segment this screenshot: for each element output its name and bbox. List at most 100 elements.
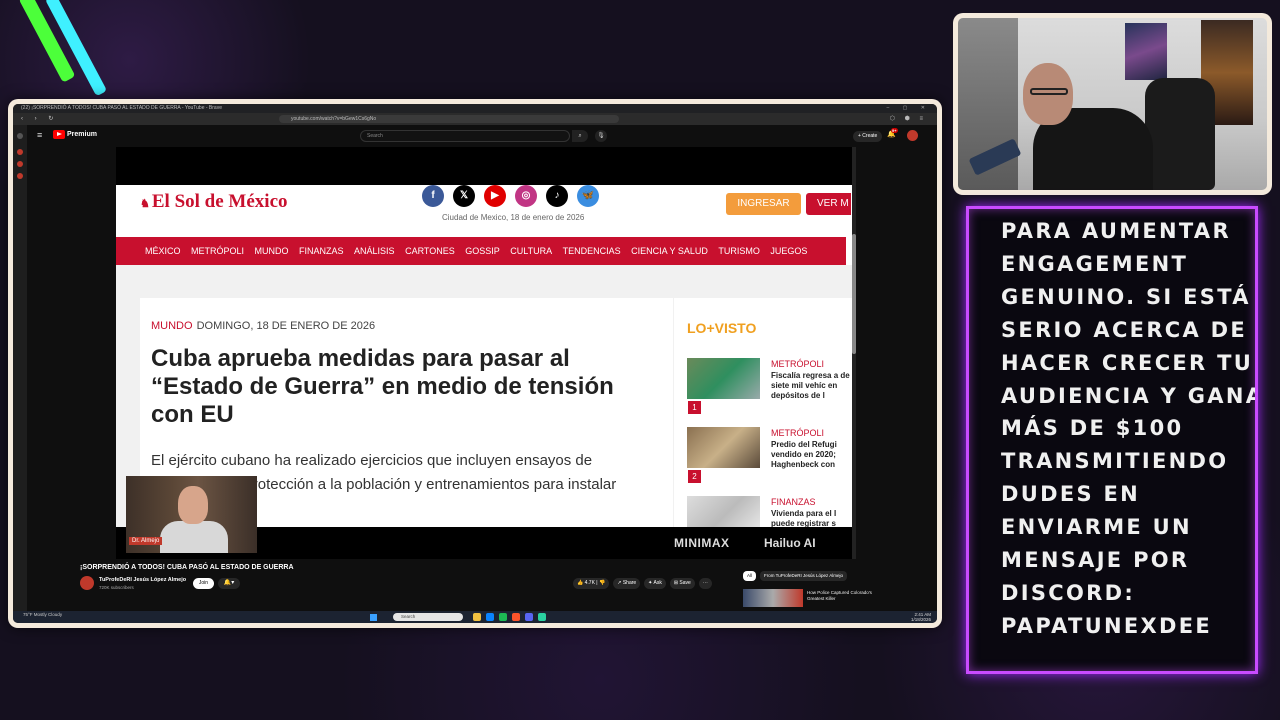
join-button[interactable]: Join: [193, 578, 214, 589]
notifications-icon[interactable]: 🔔 9+: [887, 128, 898, 138]
article-date: DOMINGO, 18 DE ENERO DE 2026: [196, 320, 376, 332]
scrollbar-thumb[interactable]: [852, 234, 856, 354]
taskbar-apps: [473, 613, 546, 621]
app-icon[interactable]: [538, 613, 546, 621]
tab-title[interactable]: (22) ¡SORPRENDIÓ A TODOS! CUBA PASÓ AL E…: [21, 105, 222, 111]
more-button[interactable]: VER M: [806, 193, 851, 215]
spotify-icon[interactable]: [499, 613, 507, 621]
save-button[interactable]: ⊞ Save: [669, 578, 695, 589]
bluesky-icon[interactable]: 🦋: [577, 185, 599, 207]
sidebar-icon[interactable]: [17, 173, 23, 179]
facebook-icon[interactable]: f: [422, 185, 444, 207]
subscriber-count: 720K subscribers: [99, 585, 134, 590]
site-nav-item[interactable]: CIENCIA Y SALUD: [631, 246, 708, 256]
weather-widget[interactable]: 75°F Mostly Cloudy: [23, 612, 62, 617]
login-button[interactable]: INGRESAR: [726, 193, 801, 215]
site-nav-item[interactable]: TENDENCIAS: [563, 246, 621, 256]
browser-sidebar: [13, 125, 27, 611]
browser-title-bar: (22) ¡SORPRENDIÓ A TODOS! CUBA PASÓ AL E…: [13, 104, 937, 113]
file-explorer-icon[interactable]: [473, 613, 481, 621]
avatar[interactable]: [907, 130, 918, 141]
instagram-icon[interactable]: ◎: [515, 185, 537, 207]
recommended-video[interactable]: How Police Captured Colorado's Greatest …: [743, 589, 933, 607]
search-input[interactable]: Search: [360, 130, 570, 142]
site-nav-item[interactable]: METRÓPOLI: [191, 246, 244, 256]
tiktok-icon[interactable]: ♪: [546, 185, 568, 207]
most-seen-item[interactable]: 2 METRÓPOLI Predio del Refugi vendido en…: [687, 427, 853, 483]
like-button[interactable]: 👍 4.7K | 👎: [573, 578, 610, 589]
menu-icon[interactable]: ≡: [37, 130, 42, 140]
site-nav-item[interactable]: ANÁLISIS: [354, 246, 395, 256]
chip-all[interactable]: All: [743, 571, 757, 581]
subscribe-bell-button[interactable]: 🔔▾: [218, 578, 240, 589]
most-seen-item[interactable]: 3 FINANZAS Vivienda para el I puede regi…: [687, 496, 853, 527]
site-logo[interactable]: ♞ El Sol de México: [140, 191, 288, 213]
captured-desktop: (22) ¡SORPRENDIÓ A TODOS! CUBA PASÓ AL E…: [13, 104, 937, 623]
site-logo-text: El Sol de México: [151, 191, 288, 212]
site-nav-item[interactable]: TURISMO: [718, 246, 760, 256]
browser-toolbar: ‹ › ↻ youtube.com/watch?v=bGew1Cs6gNo ⬡ …: [13, 113, 937, 125]
article-section[interactable]: MUNDO: [151, 320, 193, 332]
sidebar-icon[interactable]: [17, 133, 23, 139]
site-nav-item[interactable]: CARTONES: [405, 246, 455, 256]
channel-name[interactable]: TuProfeDeRI Jesús López Almejo: [99, 577, 186, 583]
like-count: 4.7K: [584, 580, 595, 586]
minimax-logo: MINIMAX: [674, 536, 730, 550]
glasses: [1030, 88, 1068, 95]
discord-icon[interactable]: [525, 613, 533, 621]
site-nav-item[interactable]: MÉXICO: [145, 246, 181, 256]
brave-icon[interactable]: [512, 613, 520, 621]
gaming-chair: [1145, 78, 1215, 190]
search-icon[interactable]: ⌕: [572, 130, 588, 142]
screen-capture-frame: (22) ¡SORPRENDIÓ A TODOS! CUBA PASÓ AL E…: [8, 99, 942, 628]
site-nav-item[interactable]: MUNDO: [255, 246, 289, 256]
windows-start-icon[interactable]: [370, 614, 377, 621]
item-section: FINANZAS: [771, 497, 816, 507]
site-nav-item[interactable]: CULTURA: [510, 246, 552, 256]
presenter-body: [160, 521, 228, 553]
item-section: METRÓPOLI: [771, 359, 825, 369]
most-seen-item[interactable]: 1 METRÓPOLI Fiscalía regresa a de siete …: [687, 358, 853, 414]
channel-avatar[interactable]: [80, 576, 94, 590]
site-date: Ciudad de Mexico, 18 de enero de 2026: [442, 213, 585, 222]
sidebar-icon[interactable]: [17, 161, 23, 167]
item-thumbnail: [687, 358, 760, 399]
presenter-inset: Dr. Almejo: [126, 476, 257, 553]
item-title: Predio del Refugi vendido en 2020; Haghe…: [771, 440, 837, 469]
create-button[interactable]: + Create: [853, 131, 883, 142]
item-section: METRÓPOLI: [771, 428, 825, 438]
sidebar-icon[interactable]: [17, 149, 23, 155]
thumb-down-icon[interactable]: 👎: [599, 580, 605, 586]
site-nav-item[interactable]: GOSSIP: [465, 246, 500, 256]
ask-label: Ask: [653, 580, 662, 586]
item-title: Fiscalía regresa a de siete mil vehíc en…: [771, 371, 850, 400]
store-icon[interactable]: [486, 613, 494, 621]
youtube-logo[interactable]: Premium: [53, 130, 97, 139]
most-seen-title: LO+VISTO: [687, 320, 757, 336]
share-button[interactable]: ↗ Share: [613, 578, 641, 589]
rank-badge: 2: [688, 470, 701, 483]
extensions-icon[interactable]: ⬡ ⬢ ≡: [890, 115, 927, 122]
article-kicker: MUNDO DOMINGO, 18 DE ENERO DE 2026: [151, 320, 662, 332]
site-nav-item[interactable]: JUEGOS: [770, 246, 807, 256]
article-headline: Cuba aprueba medidas para pasar al “Esta…: [151, 345, 614, 428]
more-actions-button[interactable]: ⋯: [698, 578, 712, 589]
site-nav-item[interactable]: FINANZAS: [299, 246, 344, 256]
most-seen: LO+VISTO 1 METRÓPOLI Fiscalía regresa a …: [674, 298, 853, 527]
ask-button[interactable]: ✦ Ask: [644, 578, 666, 589]
taskbar-clock[interactable]: 2:41 AM 1/18/2026: [911, 612, 931, 622]
address-bar[interactable]: youtube.com/watch?v=bGew1Cs6gNo: [279, 115, 619, 123]
window-controls[interactable]: – ▢ ✕: [887, 104, 931, 113]
youtube-icon[interactable]: ▶: [484, 185, 506, 207]
x-icon[interactable]: 𝕏: [453, 185, 475, 207]
mic-icon[interactable]: 🎙: [595, 130, 607, 142]
recommended-thumbnail: [743, 589, 803, 607]
neon-message-panel: PARA AUMENTAR ENGAGEMENT GENUINO. SI EST…: [966, 206, 1258, 674]
taskbar-search[interactable]: Search: [393, 613, 463, 621]
nav-arrows-icon[interactable]: ‹ › ↻: [21, 115, 58, 122]
youtube-header: ≡ Premium Search ⌕ 🎙 + Create 🔔 9+: [27, 125, 933, 147]
presenter-face: [178, 486, 208, 524]
notification-count: 9+: [891, 128, 898, 133]
chip-from-channel[interactable]: From TuProfeDeRI Jesús López Almejo: [760, 571, 848, 581]
video-actions: 👍 4.7K | 👎 ↗ Share ✦ Ask ⊞ Save ⋯: [573, 578, 712, 589]
